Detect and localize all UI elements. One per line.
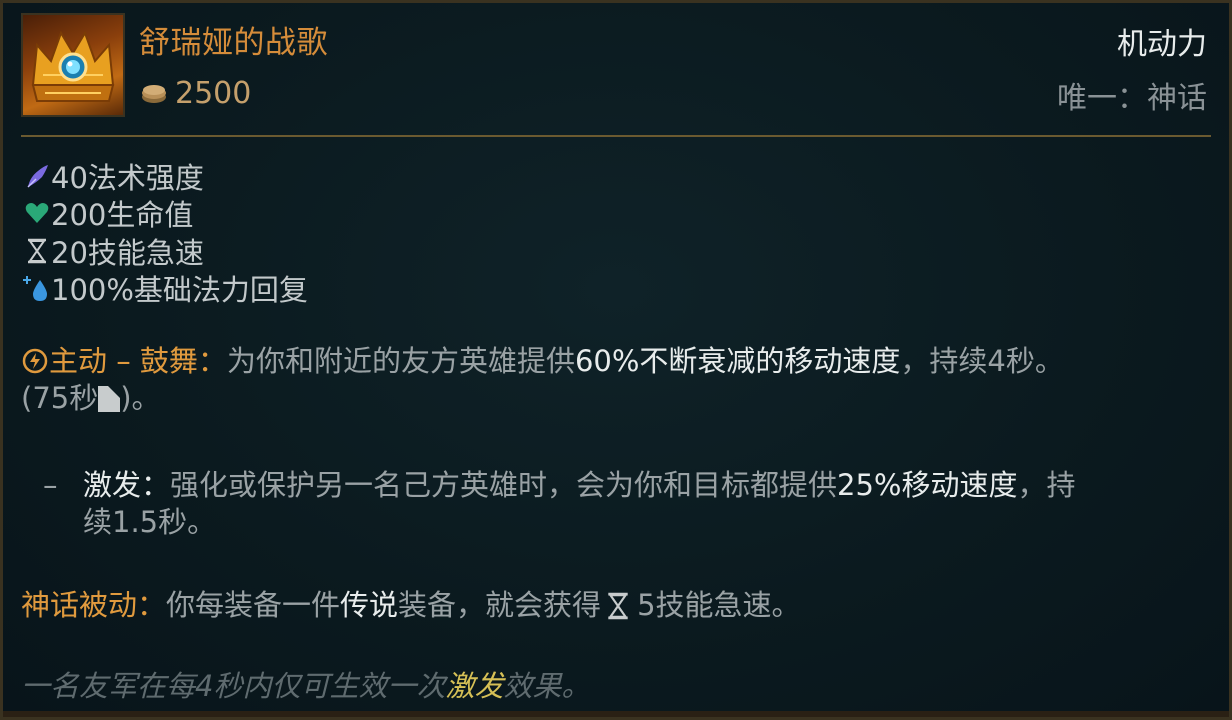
item-cost: 2500 [139, 73, 251, 113]
mythic-label: 神话被动： [21, 588, 167, 622]
flavor-highlight: 激发 [445, 669, 504, 703]
item-tooltip: 舒瑞娅的战歌 2500 机动力 唯一：神话 40法术强度 200生命值 20技能… [0, 0, 1232, 720]
energize-dash: – [43, 468, 58, 502]
mythic-text-c: 5技能急速。 [637, 588, 801, 622]
active-text-a: 为你和附近的友方英雄提供 [226, 344, 575, 378]
active-text-b: ，持续4秒。 [900, 344, 1064, 378]
mythic-text-a: 你每装备一件 [166, 588, 341, 622]
stat-text: 20技能急速 [51, 235, 204, 270]
item-unique-tag: 唯一：神话 [1057, 81, 1207, 116]
mythic-highlight: 传说 [340, 588, 399, 622]
active-label: 主动 – 鼓舞： [21, 344, 227, 378]
stat-text: 40法术强度 [51, 160, 204, 195]
energize-text-b: ，持 [1017, 468, 1076, 502]
bottom-border [3, 711, 1229, 717]
crown-icon [21, 13, 125, 117]
active-cooldown: (75秒 [21, 381, 99, 415]
cooldown-icon [98, 386, 121, 412]
ability-haste-icon [608, 592, 628, 620]
item-name: 舒瑞娅的战歌 [139, 25, 328, 61]
energize-ability: – 激发：强化或保护另一名己方英雄时，会为你和目标都提供25%移动速度，持 续1.… [43, 467, 1213, 541]
active-icon [22, 348, 48, 374]
energize-highlight: 25%移动速度 [837, 468, 1018, 502]
stat-row: 200生命值 [23, 195, 308, 233]
gold-value: 2500 [175, 75, 252, 111]
energize-label: 激发： [83, 468, 171, 502]
flavor-text-b: 效果。 [503, 669, 591, 703]
item-category: 机动力 [1117, 27, 1207, 62]
active-highlight: 60%不断衰减的移动速度 [574, 344, 901, 378]
stat-text: 200生命值 [51, 198, 194, 233]
stat-row: 20技能急速 [23, 232, 308, 270]
stat-list: 40法术强度 200生命值 20技能急速 100%基础法力回复 [23, 157, 308, 307]
mythic-text-b: 装备，就会获得 [398, 588, 602, 622]
flavor-text-a: 一名友军在每4秒内仅可生效一次 [21, 669, 446, 703]
energize-line2: 续1.5秒。 [83, 505, 217, 539]
ability-power-icon [23, 162, 51, 190]
health-icon [23, 199, 51, 227]
ability-haste-icon [23, 237, 51, 265]
active-cooldown-close: )。 [120, 381, 161, 415]
mana-regen-icon [23, 274, 51, 302]
mythic-passive: 神话被动：你每装备一件传说装备，就会获得 5技能急速。 [21, 587, 1216, 624]
stat-text: 100%基础法力回复 [51, 273, 308, 308]
stat-row: 100%基础法力回复 [23, 270, 308, 308]
energize-text-a: 强化或保护另一名己方英雄时，会为你和目标都提供 [170, 468, 838, 502]
active-ability: 主动 – 鼓舞：为你和附近的友方英雄提供60%不断衰减的移动速度，持续4秒。 (… [21, 343, 1216, 417]
flavor-text: 一名友军在每4秒内仅可生效一次激发效果。 [21, 663, 590, 705]
header-divider [21, 135, 1211, 137]
stat-row: 40法术强度 [23, 157, 308, 195]
gold-coin-icon [142, 85, 166, 103]
